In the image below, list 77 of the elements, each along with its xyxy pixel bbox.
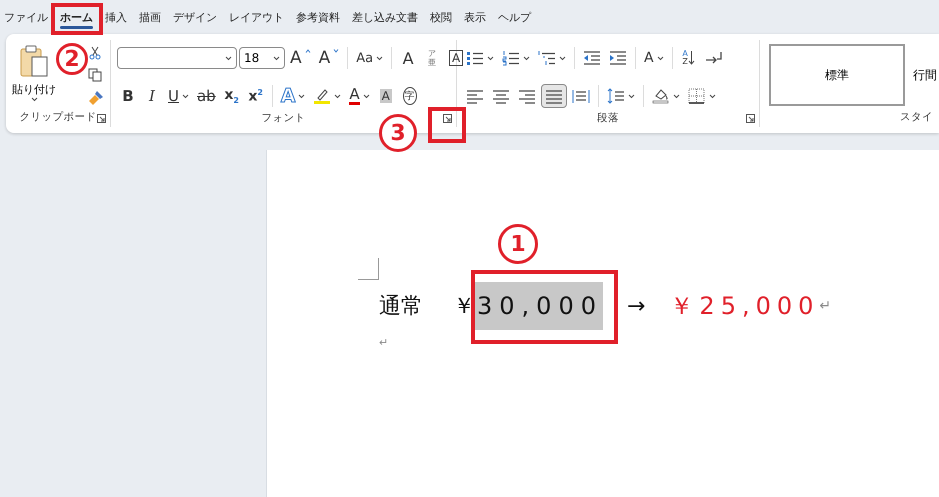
change-case-button[interactable]: Aa	[353, 46, 386, 70]
increase-indent-icon	[609, 50, 627, 66]
group-label: スタイ	[900, 110, 933, 124]
group-label: フォント	[262, 110, 306, 124]
paragraph-mark-icon	[704, 50, 723, 66]
distributed-icon	[572, 88, 590, 104]
menu-tab[interactable]: 表示	[460, 4, 490, 30]
align-right-icon	[518, 88, 536, 104]
group-label: 段落	[597, 110, 619, 124]
font-size-field[interactable]: 18	[239, 47, 285, 69]
caret-up-icon	[304, 49, 311, 53]
subscript-button[interactable]: x$_{2}$	[220, 84, 243, 108]
phonetic-guide-button[interactable]: ア 亜	[421, 46, 444, 70]
menu-tab[interactable]: ヘルプ	[494, 4, 535, 30]
style-item[interactable]: 標準	[769, 44, 905, 106]
paragraph-mark: ↵	[379, 336, 390, 349]
selected-text: 30,000	[475, 282, 603, 330]
group-label: クリップボード	[20, 110, 96, 124]
numbered-list-icon	[502, 50, 520, 66]
down-arrow-icon	[688, 50, 695, 66]
dialog-launcher-icon[interactable]	[97, 114, 106, 123]
paint-bucket-icon	[652, 88, 670, 104]
menu-tab[interactable]: 差し込み文書	[348, 4, 422, 30]
superscript-button[interactable]: x$^{2}$	[244, 84, 267, 108]
decrease-indent-icon	[583, 50, 601, 66]
caret-down-icon	[333, 49, 340, 53]
grow-font-button[interactable]: A	[287, 46, 314, 70]
paste-button[interactable]: 貼り付け	[12, 82, 56, 97]
dialog-launcher-icon[interactable]	[746, 114, 755, 123]
borders-icon	[688, 88, 706, 104]
italic-button[interactable]: I	[141, 84, 163, 108]
clear-format-button[interactable]: A	[397, 46, 420, 70]
character-spacing-button[interactable]: A	[641, 46, 667, 70]
document-text: →	[626, 294, 646, 318]
sale-price-text: ￥25,000	[669, 291, 820, 322]
highlight-frame	[428, 107, 466, 143]
text-effects-button[interactable]: A	[278, 84, 308, 108]
menu-tab[interactable]: デザイン	[169, 4, 221, 30]
font-name-field[interactable]	[117, 47, 237, 69]
enclosed-character-button[interactable]: 字	[398, 84, 421, 108]
chevron-icon	[225, 56, 232, 60]
line-spacing-icon	[607, 88, 625, 104]
align-center-icon	[492, 88, 510, 104]
document-text: ￥	[453, 293, 475, 321]
menu-tab[interactable]: 校閲	[426, 4, 456, 30]
format-painter-icon[interactable]	[88, 90, 104, 106]
dialog-launcher-icon[interactable]	[443, 114, 452, 123]
justify-button[interactable]	[541, 84, 567, 108]
align-left-icon	[466, 88, 484, 104]
highlight-frame	[51, 3, 103, 35]
menu-tab[interactable]: ファイル	[0, 4, 52, 30]
justify-icon	[545, 88, 563, 104]
style-item[interactable]: 行間	[905, 44, 937, 106]
shrink-font-button[interactable]: A	[316, 46, 342, 70]
menu-tab[interactable]: 参考資料	[292, 4, 344, 30]
menu-tab[interactable]: 描画	[135, 4, 165, 30]
menu-tab[interactable]: レイアウト	[225, 4, 288, 30]
character-border-button[interactable]: A	[445, 46, 468, 70]
scissors-icon[interactable]	[88, 46, 102, 60]
underline-button[interactable]: U	[165, 84, 192, 108]
copy-icon[interactable]	[88, 68, 102, 82]
highlighter-icon	[313, 88, 332, 104]
bullet-list-icon	[466, 50, 484, 66]
font-color-button[interactable]: A	[346, 84, 373, 108]
clipboard-icon[interactable]	[19, 44, 49, 78]
character-shading-button[interactable]: A	[374, 84, 397, 108]
paragraph-mark: ↵	[819, 298, 832, 314]
menu-tab[interactable]: ホーム	[56, 4, 97, 30]
chevron-icon	[30, 97, 38, 102]
sort-button[interactable]: A Z	[678, 46, 700, 70]
document-text: 通常	[379, 293, 423, 321]
multilevel-list-icon	[538, 50, 556, 66]
margin-corner-mark	[358, 258, 379, 280]
bold-button[interactable]: B	[117, 84, 139, 108]
menu-tab[interactable]: 挿入	[101, 4, 131, 30]
chevron-icon	[273, 56, 280, 60]
strikethrough-button[interactable]: ab	[194, 84, 219, 108]
